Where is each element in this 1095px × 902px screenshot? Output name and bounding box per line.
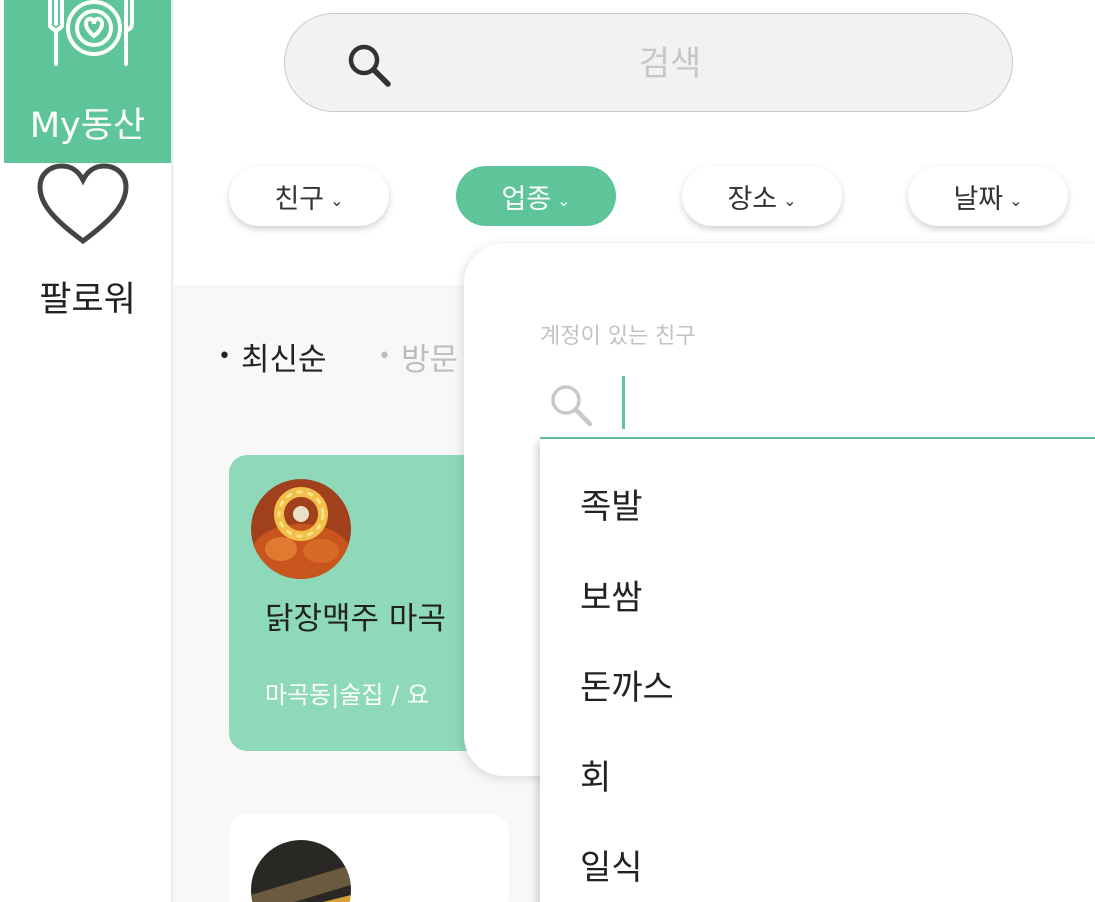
sort-tab-label: 방문 bbox=[400, 342, 459, 378]
search-bar[interactable] bbox=[284, 13, 1013, 112]
bullet-icon: • bbox=[218, 344, 231, 369]
dropdown-options-list: 족발 보쌈 돈까스 회 일식 bbox=[540, 439, 1095, 902]
sort-tab-visit[interactable]: • 방문 bbox=[378, 334, 458, 379]
plate-heart-icon bbox=[48, 0, 134, 66]
sidebar-item-my[interactable]: My동산 bbox=[4, 0, 171, 163]
place-avatar bbox=[251, 479, 351, 579]
sort-tab-latest[interactable]: • 최신순 bbox=[218, 334, 327, 379]
dropdown-search-input[interactable] bbox=[630, 378, 1080, 428]
sidebar-item-label: 팔로워 bbox=[39, 280, 136, 320]
dropdown-option[interactable]: 일식 bbox=[580, 840, 643, 889]
chevron-down-icon: ⌄ bbox=[557, 190, 571, 210]
dropdown-option[interactable]: 보쌈 bbox=[580, 570, 643, 619]
filter-chip-label: 업종 bbox=[501, 183, 552, 215]
place-avatar bbox=[251, 840, 351, 902]
chevron-down-icon: ⌄ bbox=[1009, 190, 1023, 210]
sidebar-item-label: My동산 bbox=[29, 106, 146, 146]
bullet-icon: • bbox=[378, 344, 391, 369]
dropdown-option[interactable]: 족발 bbox=[580, 479, 643, 528]
dropdown-search[interactable] bbox=[540, 370, 1095, 439]
dropdown-option[interactable]: 돈까스 bbox=[580, 660, 674, 709]
place-title: 닭장맥주 마곡 bbox=[265, 601, 446, 637]
search-icon bbox=[551, 385, 593, 427]
filter-chip-friend[interactable]: 친구 ⌄ bbox=[229, 166, 389, 226]
search-icon bbox=[348, 44, 391, 87]
dropdown-option[interactable]: 회 bbox=[580, 750, 611, 799]
chevron-down-icon: ⌄ bbox=[783, 190, 797, 210]
filter-chip-label: 날짜 bbox=[953, 183, 1004, 215]
filter-chip-place[interactable]: 장소 ⌄ bbox=[682, 166, 842, 226]
sort-tab-label: 최신순 bbox=[240, 342, 327, 378]
filter-chip-category[interactable]: 업종 ⌄ bbox=[456, 166, 616, 226]
filter-chip-label: 친구 bbox=[274, 183, 325, 215]
search-input[interactable] bbox=[455, 36, 885, 92]
heart-outline-icon bbox=[37, 163, 129, 245]
place-card[interactable] bbox=[229, 814, 509, 902]
place-subtitle: 마곡동|술집 / 요 bbox=[265, 681, 429, 709]
filter-chip-label: 장소 bbox=[727, 183, 778, 215]
chevron-down-icon: ⌄ bbox=[330, 190, 344, 210]
text-cursor bbox=[622, 376, 625, 429]
dropdown-label: 계정이 있는 친구 bbox=[540, 324, 696, 349]
filter-chip-date[interactable]: 날짜 ⌄ bbox=[908, 166, 1068, 226]
